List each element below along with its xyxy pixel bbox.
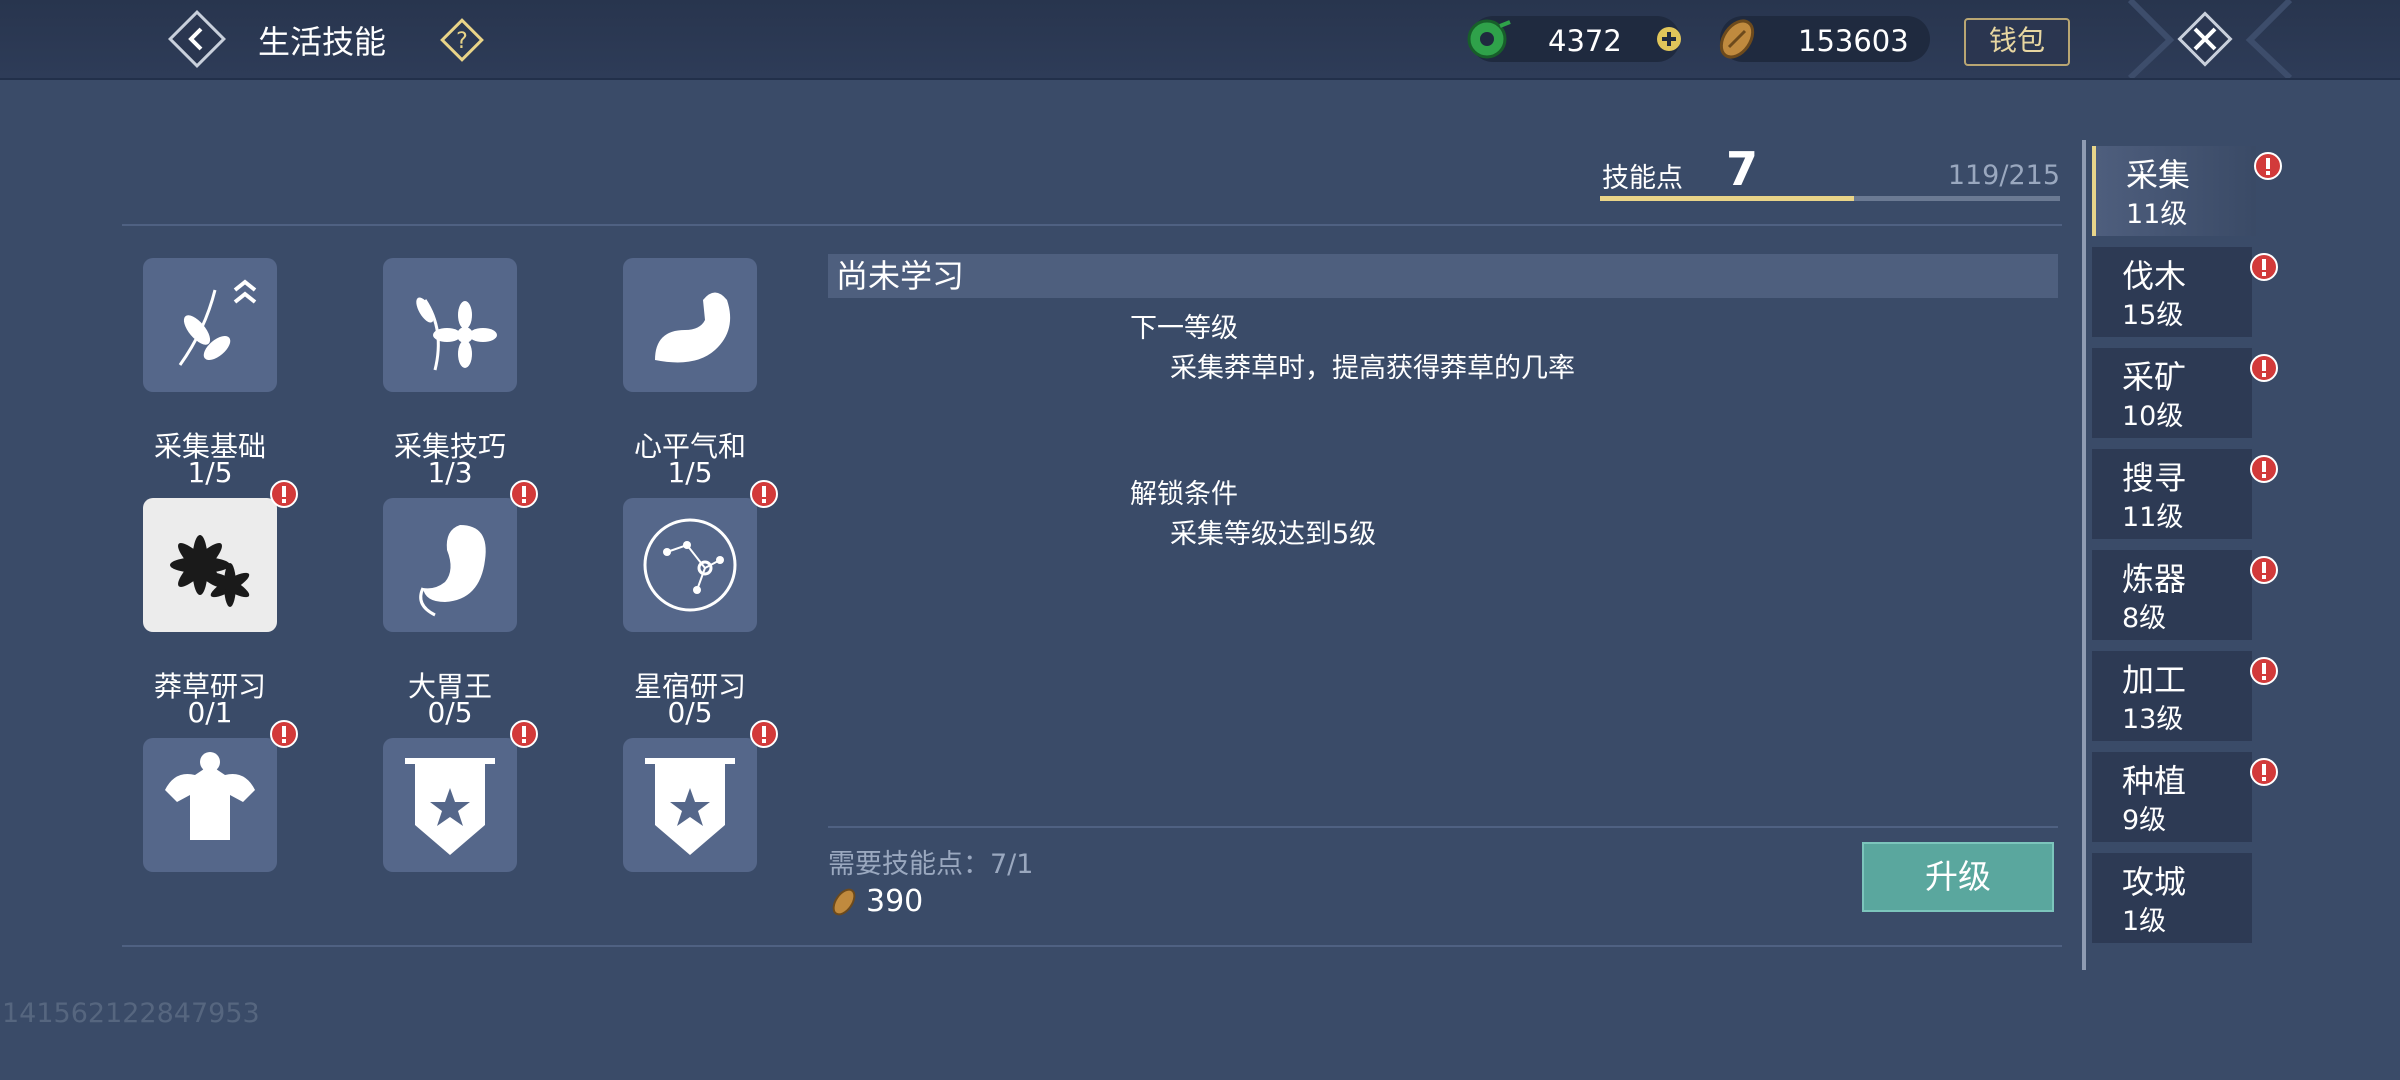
skill-card[interactable] [120,720,360,930]
required-skill-points: 需要技能点：7/1 [828,849,1034,880]
sidebar-divider [2082,140,2086,970]
alert-icon [270,720,298,748]
category-level: 15级 [2122,300,2184,331]
category-tab-mining[interactable]: 采矿 10级 [2092,348,2278,438]
help-button[interactable]: ? [440,18,484,62]
category-tab-gathering[interactable]: 采集 11级 [2092,146,2282,236]
skill-points-value: 7 [1726,142,1759,196]
alert-icon [750,720,778,748]
alert-icon [2250,556,2278,584]
category-name: 攻城 [2122,863,2187,901]
skill-card[interactable]: 采集技巧 1/3 [360,240,600,489]
skill-points-progress-fill [1600,196,1855,201]
unlock-condition-description: 采集等级达到5级 [1170,519,1377,550]
category-tab-planting[interactable]: 种植 9级 [2092,752,2278,842]
back-button[interactable] [168,10,226,68]
skill-card[interactable]: 星宿研习 0/5 [600,480,800,729]
category-name: 种植 [2122,762,2187,800]
jade-currency: 4372 [1467,16,1680,62]
category-name: 采矿 [2122,358,2187,396]
jade-amount: 4372 [1548,24,1622,58]
skill-card[interactable]: 大胃王 0/5 [360,480,600,729]
next-level-description: 采集莽草时，提高获得莽草的几率 [1170,353,1575,384]
banner-star-icon [383,738,517,872]
jade-coin-icon [1467,19,1511,59]
category-level: 8级 [2122,603,2167,634]
herb-leaf-icon [143,258,277,392]
category-level: 1级 [2122,906,2167,937]
requirement-divider [828,826,2058,828]
muscle-arm-icon [623,258,757,392]
alert-icon [2250,455,2278,483]
category-name: 伐木 [2122,257,2187,295]
coin-amount: 153603 [1798,24,1909,58]
skill-points-label: 技能点 [1602,163,1683,194]
skill-card[interactable]: 采集基础 1/5 [120,240,360,489]
alert-icon [2250,253,2278,281]
player-id: 141562122847953 [2,998,260,1029]
category-name: 加工 [2122,661,2187,699]
category-name: 采集 [2126,156,2191,194]
page-title: 生活技能 [258,23,387,61]
skill-points-progress-bar [1600,196,2060,201]
alert-icon [750,480,778,508]
skill-status-header: 尚未学习 [828,254,2058,298]
category-level: 11级 [2122,502,2184,533]
category-level: 9级 [2122,805,2167,836]
skill-card[interactable]: 莽草研习 0/1 [120,480,360,729]
skill-card[interactable] [360,720,600,930]
alert-icon [270,480,298,508]
skill-points-progress-text: 119/215 [1947,160,2060,191]
skill-card[interactable]: 心平气和 1/5 [600,240,800,489]
category-level: 13级 [2122,704,2184,735]
category-tab-forging[interactable]: 炼器 8级 [2092,550,2278,640]
alert-icon [510,720,538,748]
close-button[interactable] [2172,6,2238,72]
alert-icon [2250,758,2278,786]
flower-icon [383,258,517,392]
unlock-condition-label: 解锁条件 [1130,479,1238,510]
category-name: 炼器 [2122,560,2187,598]
skill-card[interactable] [600,720,800,930]
alert-icon [510,480,538,508]
svg-text:?: ? [456,29,468,54]
category-tab-processing[interactable]: 加工 13级 [2092,651,2278,741]
constellation-icon [623,498,757,632]
top-bar: 生活技能 ? 4372 153603 钱包 [0,0,2400,80]
category-tab-logging[interactable]: 伐木 15级 [2092,247,2278,337]
wallet-button[interactable]: 钱包 [1964,18,2070,66]
copper-coin-icon [832,888,856,916]
next-level-label: 下一等级 [1130,313,1238,344]
category-tab-siege[interactable]: 攻城 1级 [2092,853,2252,943]
stomach-icon [383,498,517,632]
coin-currency: 153603 [1719,16,1930,62]
alert-icon [2254,152,2282,180]
category-name: 搜寻 [2122,459,2187,497]
category-tab-searching[interactable]: 搜寻 11级 [2092,449,2278,539]
category-level: 11级 [2126,199,2188,230]
panel-divider-bottom [122,945,2062,947]
add-jade-button[interactable] [1655,25,1683,53]
star-anise-icon [143,498,277,632]
torso-icon [143,738,277,872]
banner-star-icon [623,738,757,872]
copper-coin-icon [1719,19,1755,59]
upgrade-cost-value: 390 [866,884,924,919]
panel-divider-top [122,224,2062,226]
skill-grid: 采集基础 1/5 采集技巧 1/3 心平气和 1/5 莽草研习 0/1 大胃王 … [120,240,800,930]
alert-icon [2250,354,2278,382]
upgrade-button[interactable]: 升级 [1862,842,2054,912]
category-level: 10级 [2122,401,2184,432]
alert-icon [2250,657,2278,685]
